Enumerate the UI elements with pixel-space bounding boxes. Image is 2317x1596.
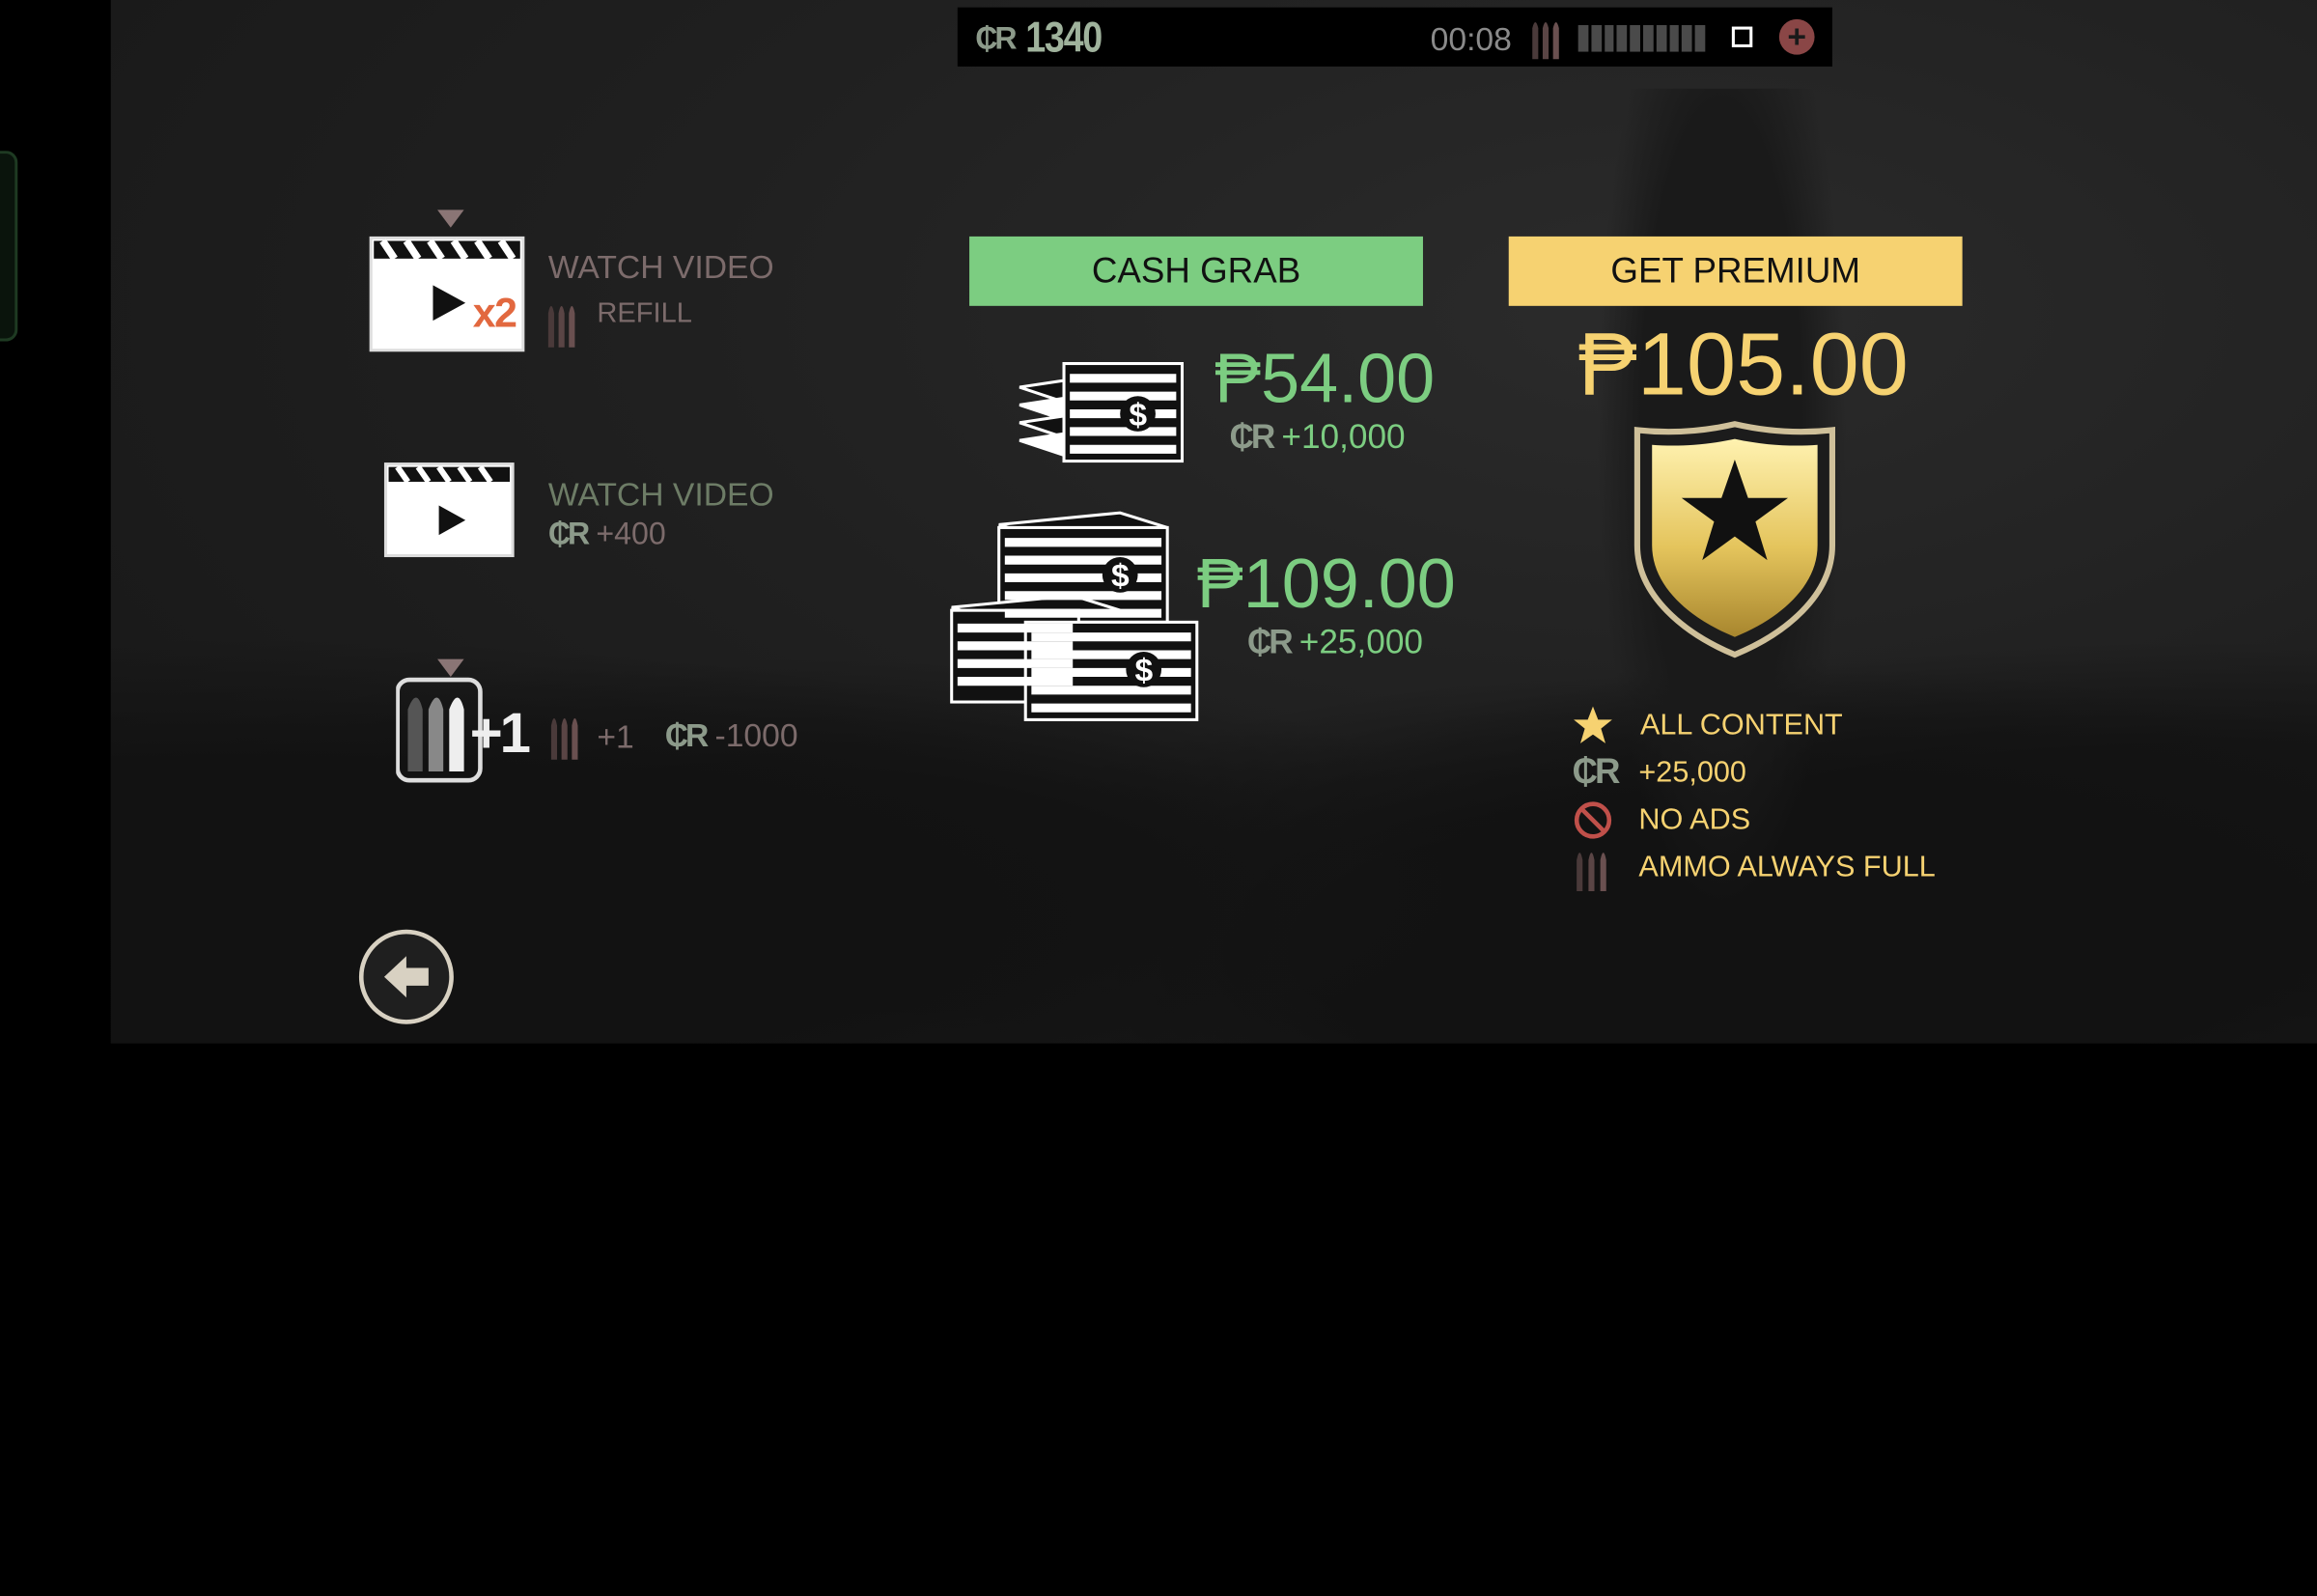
money-stack-icon: $ — [1019, 361, 1185, 463]
premium-shield-icon — [1633, 421, 1836, 658]
pack-bonus: ₵R +25,000 — [1246, 622, 1423, 661]
indicator-triangle-icon — [437, 210, 464, 228]
watch-video-credits-offer[interactable]: WATCH VIDEO ₵R +400 — [381, 458, 810, 561]
ammo-cost: ₵R -1000 — [664, 716, 798, 754]
cash-pack-small[interactable]: $ ₱54.00 ₵R +10,000 — [1005, 337, 1448, 473]
credits-icon: ₵R — [547, 517, 590, 551]
ammo-plus-badge: +1 — [469, 703, 531, 766]
ammo-amount: +1 — [597, 717, 634, 756]
buy-ammo-offer[interactable]: +1 +1 ₵R -1000 — [396, 654, 817, 787]
cash-grab-button[interactable]: CASH GRAB — [969, 236, 1423, 306]
watch-video-refill-offer[interactable]: x2 WATCH VIDEO REFILL — [367, 207, 810, 354]
pack-price: ₱54.00 — [1214, 338, 1436, 417]
timer: 00:08 — [1430, 20, 1512, 58]
credits-icon: ₵R — [1246, 622, 1294, 661]
pack-price: ₱109.00 — [1196, 544, 1456, 623]
pack-bonus: ₵R +10,000 — [1229, 416, 1406, 456]
money-pile-icon: $ $ — [950, 511, 1199, 721]
premium-price: ₱105.00 — [1577, 315, 1909, 414]
credits-icon: ₵R — [1229, 416, 1275, 456]
offer-title: WATCH VIDEO — [547, 248, 774, 286]
perk-label: NO ADS — [1638, 802, 1751, 836]
offer-title: WATCH VIDEO — [547, 475, 774, 514]
video-icon — [383, 462, 515, 558]
get-premium-button[interactable]: GET PREMIUM — [1508, 236, 1963, 306]
perk-label: +25,000 — [1638, 755, 1746, 789]
credits-icon: ₵R — [664, 716, 710, 754]
offer-sub-label: REFILL — [597, 298, 692, 330]
offer-reward: ₵R +400 — [547, 517, 666, 551]
ammo-icon — [1577, 853, 1606, 891]
credits-balance: 1340 — [1025, 14, 1103, 63]
ammo-icon — [550, 717, 578, 760]
multiplier-badge: x2 — [472, 289, 517, 336]
stop-icon[interactable] — [1731, 26, 1753, 47]
indicator-triangle-icon — [437, 658, 464, 678]
credits-icon: ₵R — [1572, 752, 1621, 793]
no-ads-icon — [1574, 801, 1612, 839]
svg-text:$: $ — [1129, 398, 1147, 434]
svg-text:$: $ — [1111, 559, 1130, 595]
ammo-icon — [547, 305, 575, 348]
cash-pack-large[interactable]: $ $ ₱109.00 ₵R +25,000 — [949, 510, 1466, 732]
svg-text:$: $ — [1135, 654, 1154, 689]
side-panel-tab[interactable] — [0, 151, 18, 342]
top-hud: ₵R 1340 00:08 + — [957, 7, 1832, 67]
ammo-icon — [1532, 21, 1559, 60]
back-button[interactable] — [358, 929, 454, 1024]
perk-label: ALL CONTENT — [1639, 708, 1843, 742]
plus-icon[interactable]: + — [1778, 18, 1815, 55]
back-arrow-icon — [383, 956, 429, 998]
star-icon — [1574, 706, 1612, 743]
ammo-gauge — [1577, 25, 1706, 52]
perk-label: AMMO ALWAYS FULL — [1638, 850, 1936, 883]
credits-icon: ₵R — [975, 21, 1017, 57]
